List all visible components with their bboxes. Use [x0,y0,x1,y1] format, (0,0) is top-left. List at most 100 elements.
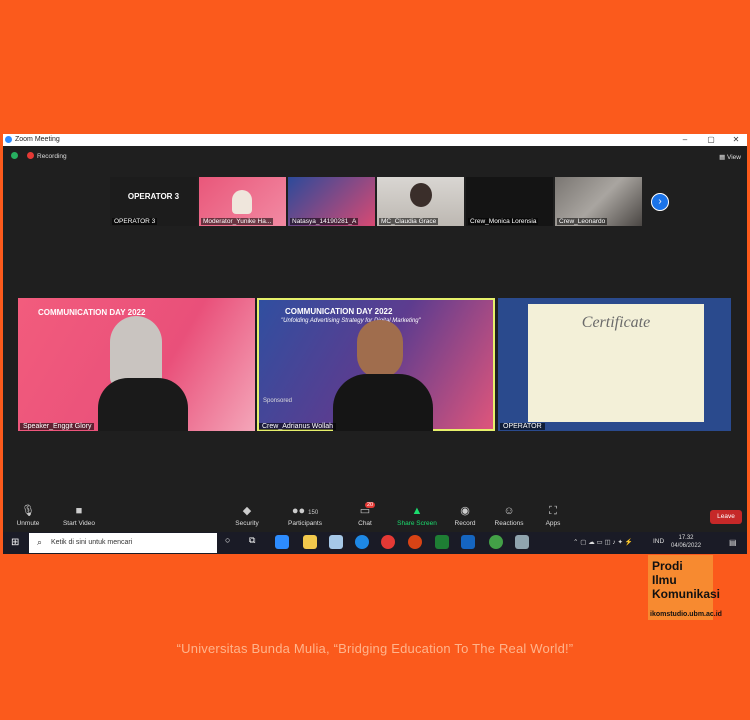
word-icon[interactable] [461,535,475,549]
reactions-icon: ☺ [503,505,515,517]
participant-thumb-natasya[interactable]: Natasya_14190281_A [288,177,375,226]
certificate-heading: Certificate [581,314,651,331]
title-bar: Zoom Meeting – ▢ ✕ [3,134,747,146]
participant-thumb-operator3[interactable]: OPERATOR 3 OPERATOR 3 [110,177,197,226]
recording-label: Recording [37,153,67,160]
search-placeholder: Ketik di sini untuk mencari [51,539,133,546]
participant-thumb-crew-monica[interactable]: Crew_Monica Lorensia [466,177,553,226]
record-icon: ◉ [460,505,470,517]
slide-title: COMMUNICATION DAY 2022 [285,307,393,316]
start-video-label: Start Video [62,520,96,527]
record-label: Record [454,520,476,527]
share-screen-button[interactable]: ▲ Share Screen [395,504,439,534]
shield-icon: ◆ [242,505,252,517]
notes-app-icon[interactable] [329,535,343,549]
taskbar-search-box[interactable]: ⌕ Ketik di sini untuk mencari [29,533,217,553]
participants-count: 150 [308,510,319,516]
file-explorer-icon[interactable] [303,535,317,549]
cortana-icon[interactable]: ○ [225,535,239,549]
taskbar-clock[interactable]: 17.32 04/06/2022 [671,534,701,550]
leave-button[interactable]: Leave [710,510,742,524]
start-video-button[interactable]: ■ Start Video [59,504,99,534]
badge-line-2: Ilmu [652,573,677,587]
slide-subtitle: "Unfolding Advertising Strategy for Digi… [281,318,421,324]
participant-label: Speaker_Enggit Glory [20,423,95,430]
participant-label: Crew_Leonardo [557,218,608,225]
person-avatar [232,190,252,214]
task-view-icon[interactable]: ⧉ [249,535,263,549]
slogan-text: “Universitas Bunda Mulia, “Bridging Educ… [176,641,574,656]
participant-thumb-moderator[interactable]: Moderator_Yunike Ha... [199,177,286,226]
speaker-figure [110,316,162,386]
clock-time: 17.32 [678,535,694,541]
chat-label: Chat [358,520,372,527]
security-label: Security [235,520,259,527]
participant-label: OPERATOR 3 [112,218,158,225]
clock-date: 04/06/2022 [671,543,702,549]
chrome-profile-icon[interactable] [489,535,503,549]
excel-icon[interactable] [435,535,449,549]
chrome-icon[interactable] [381,535,395,549]
app-window-icon[interactable] [515,535,529,549]
speaker-body [98,378,188,431]
muted-mic-icon: 🎙 [21,505,35,517]
windows-taskbar: ⊞ ⌕ Ketik di sini untuk mencari ○ ⧉ ⌃ ▢ … [3,532,747,554]
maximize-button[interactable]: ▢ [702,134,720,146]
security-button[interactable]: ◆ Security [231,504,263,534]
participants-button[interactable]: ●● 150 Participants [285,504,325,534]
badge-website: ikomstudio.ubm.ac.id [650,611,722,618]
sponsor-label: Sponsored [263,398,293,404]
edge-icon[interactable] [355,535,369,549]
security-shield-icon[interactable] [11,152,18,159]
close-button[interactable]: ✕ [727,134,745,146]
speaker-figure [357,320,403,378]
person-avatar [410,183,432,207]
notification-icon[interactable]: ▤ [729,538,737,547]
share-screen-label: Share Screen [397,520,437,527]
participant-thumb-mc-claudia[interactable]: MC_Claudia Grace [377,177,464,226]
chat-button[interactable]: ▭ 20 Chat [353,502,377,534]
chat-badge: 20 [365,502,376,508]
speaker-body [333,374,433,431]
view-button[interactable]: ▦ View [719,153,741,161]
video-tile-operator[interactable]: Certificate OPERATOR [498,298,731,431]
reactions-label: Reactions [494,520,524,527]
record-button[interactable]: ◉ Record [453,504,477,534]
reactions-button[interactable]: ☺ Reactions [493,504,525,534]
badge-line-3: Komunikasi [652,587,721,601]
meeting-topbar: Recording ▦ View [3,148,747,164]
apps-button[interactable]: ⛶ Apps [543,504,563,534]
participant-thumb-crew-leonardo[interactable]: Crew_Leonardo [555,177,642,226]
badge-line-1: Prodi [652,559,683,573]
minimize-button[interactable]: – [676,134,694,146]
video-tile-active-speaker[interactable]: COMMUNICATION DAY 2022 "Unfolding Advert… [257,298,495,431]
certificate-document: Certificate [528,304,704,422]
zoom-logo-icon [5,136,12,143]
window-title: Zoom Meeting [15,136,60,143]
video-tile-speaker[interactable]: COMMUNICATION DAY 2022 Speaker_Enggit Gl… [18,298,255,431]
tray-icons[interactable]: ⌃ ▢ ☁ ▭ ◫ ♪ ✦ ⚡ [573,538,633,546]
participant-label: Moderator_Yunike Ha... [201,218,274,225]
language-indicator[interactable]: IND [653,538,664,545]
participants-label: Participants [288,520,322,527]
zoom-app-icon[interactable] [275,535,289,549]
participant-label: Crew_Adrianus Wollah [259,423,337,430]
search-icon: ⌕ [37,537,43,547]
badge-text: Prodi Ilmu Komunikasi [652,559,720,601]
apps-icon: ⛶ [549,505,557,517]
apps-label: Apps [545,520,561,527]
windows-start-icon[interactable]: ⊞ [11,537,19,548]
powerpoint-icon[interactable] [408,535,422,549]
next-page-button[interactable]: › [651,193,669,211]
participant-label: OPERATOR [500,423,545,430]
zoom-window: Zoom Meeting – ▢ ✕ Recording ▦ View OPER… [3,134,747,554]
unmute-button[interactable]: 🎙 Unmute [13,504,43,534]
participant-label: Natasya_14190281_A [290,218,359,225]
participants-icon: ●● 150 [291,505,319,517]
participant-name-big: OPERATOR 3 [127,192,180,201]
view-label: View [727,154,741,161]
share-screen-icon: ▲ [411,505,423,517]
recording-icon [27,152,34,159]
video-off-icon: ■ [75,505,83,517]
participant-label: Crew_Monica Lorensia [468,218,539,225]
